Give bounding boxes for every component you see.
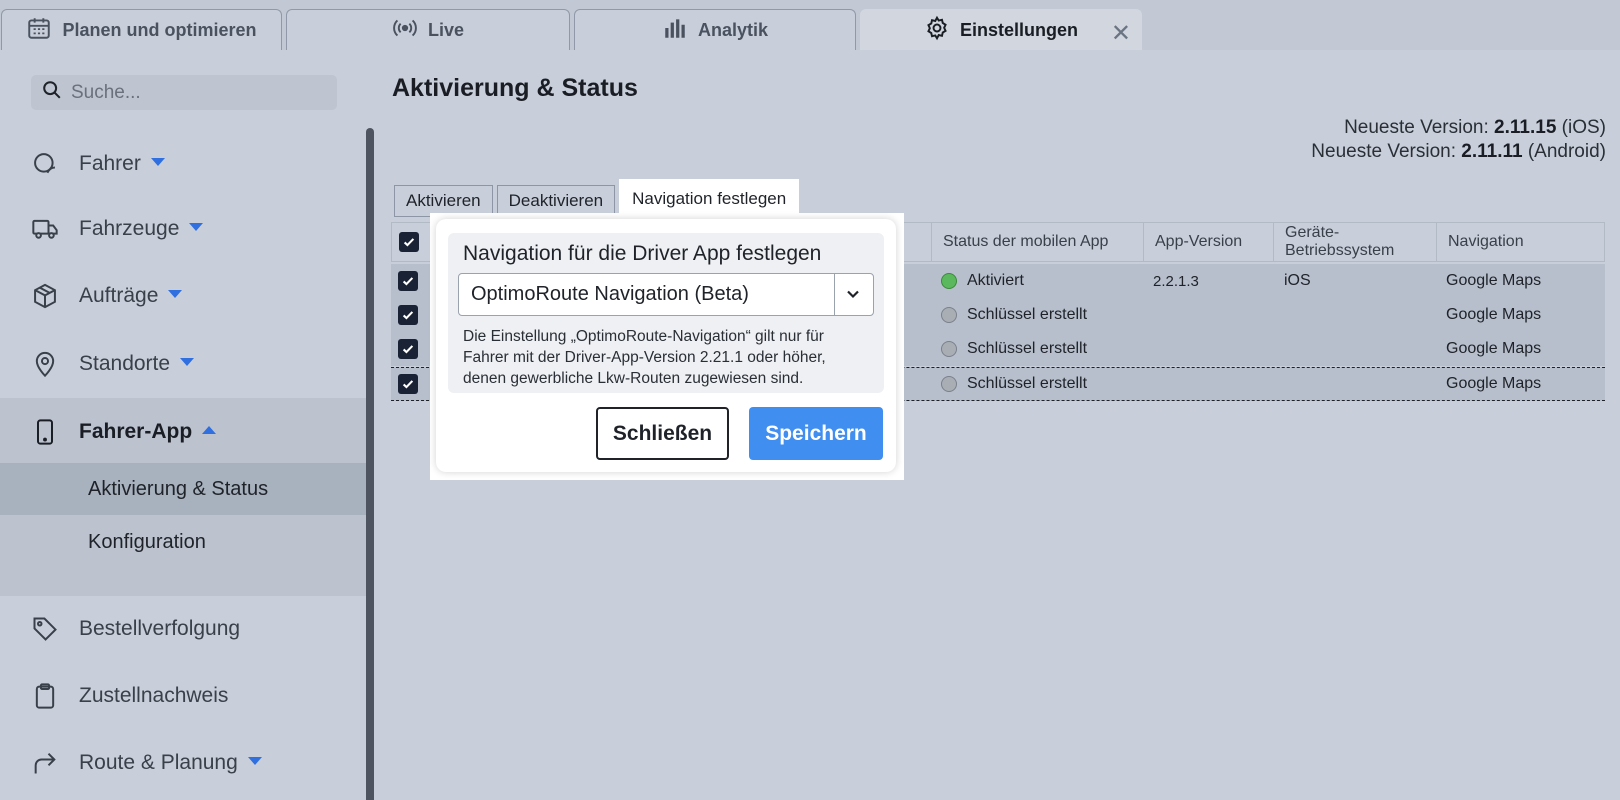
caret-down-icon — [189, 223, 204, 232]
sidebar-item-bestellverfolgung[interactable]: Bestellverfolgung — [0, 612, 366, 646]
caret-down-icon — [247, 757, 262, 766]
status-text: Aktiviert — [967, 272, 1024, 289]
gear-icon — [924, 15, 950, 46]
navigation-select[interactable]: OptimoRoute Navigation (Beta) — [458, 273, 874, 316]
calendar-icon — [26, 15, 52, 46]
column-header-os[interactable]: Geräte-Betriebssystem — [1273, 223, 1436, 261]
sidebar-scrollbar[interactable] — [366, 128, 374, 800]
status-cell: Schlüssel erstellt — [941, 332, 1087, 366]
version-number: 2.11.15 — [1494, 117, 1557, 138]
version-ios: Neueste Version: 2.11.15 (iOS) — [1344, 117, 1606, 139]
tab-label: Analytik — [697, 19, 769, 40]
modal-note: Die Einstellung „OptimoRoute-Navigation“… — [463, 328, 826, 387]
status-dot-green — [941, 273, 957, 289]
close-icon[interactable]: ✕ — [1111, 19, 1131, 48]
search-input[interactable] — [71, 81, 321, 104]
sidebar-item-zustellnachweis[interactable]: Zustellnachweis — [0, 679, 366, 713]
tab-label: Einstellungen — [959, 19, 1078, 40]
box-icon — [30, 281, 60, 311]
top-tab-bar: Planen und optimieren Live Analytik Eins… — [0, 0, 1620, 50]
sidebar-subitem-aktivierung[interactable]: Aktivierung & Status — [0, 463, 366, 515]
truck-icon — [30, 214, 60, 244]
subitem-label: Aktivierung & Status — [88, 477, 269, 500]
route-arrow-icon — [30, 748, 60, 778]
status-cell: Schlüssel erstellt — [941, 368, 1087, 400]
sidebar-item-fahrer-app[interactable]: Fahrer-App — [0, 414, 366, 450]
column-header-status[interactable]: Status der mobilen App — [931, 223, 1143, 261]
page-title: Aktivierung & Status — [392, 74, 638, 102]
broadcast-icon — [392, 15, 418, 46]
sidebar-item-label: Fahrer-App — [79, 420, 193, 443]
navigation-cell: Google Maps — [1446, 272, 1542, 289]
row-checkbox[interactable] — [398, 339, 418, 359]
sidebar-item-route-planung[interactable]: Route & Planung — [0, 746, 366, 780]
caret-down-icon — [168, 290, 183, 299]
tab-planen[interactable]: Planen und optimieren — [1, 9, 282, 50]
tab-label: Live — [427, 19, 465, 40]
row-checkbox[interactable] — [398, 305, 418, 325]
tab-einstellungen[interactable]: Einstellungen ✕ — [860, 9, 1142, 50]
tag-icon — [30, 614, 60, 644]
status-text: Schlüssel erstellt — [967, 306, 1088, 323]
navigation-cell: Google Maps — [1446, 375, 1542, 392]
driver-icon — [30, 149, 60, 179]
status-dot-grey — [941, 307, 957, 323]
status-cell: Schlüssel erstellt — [941, 298, 1087, 332]
sidebar-item-auftraege[interactable]: Aufträge — [0, 279, 366, 313]
close-button[interactable]: Schließen — [596, 407, 729, 460]
search-box[interactable] — [31, 75, 337, 110]
column-header-app-version[interactable]: App-Version — [1143, 223, 1273, 261]
os-cell: iOS — [1284, 272, 1311, 289]
sidebar-item-label: Bestellverfolgung — [79, 617, 241, 640]
location-pin-icon — [30, 349, 60, 379]
sidebar-item-fahrer[interactable]: Fahrer — [0, 147, 366, 181]
sidebar-item-label: Route & Planung — [79, 751, 238, 774]
sidebar-item-label: Fahrer — [79, 152, 141, 175]
clipboard-icon — [30, 681, 60, 711]
bar-chart-icon — [662, 15, 688, 46]
sidebar-item-fahrzeuge[interactable]: Fahrzeuge — [0, 212, 366, 246]
row-checkbox[interactable] — [398, 374, 418, 394]
select-all-checkbox[interactable] — [399, 232, 419, 252]
caret-down-icon — [150, 158, 165, 167]
version-number: 2.11.11 — [1461, 141, 1523, 162]
select-divider — [834, 274, 835, 315]
subitem-label: Konfiguration — [88, 530, 206, 553]
sidebar-item-label: Aufträge — [79, 284, 159, 307]
caret-up-icon — [202, 426, 217, 435]
sidebar-item-label: Zustellnachweis — [79, 684, 229, 707]
column-header-navigation[interactable]: Navigation — [1436, 223, 1604, 261]
status-dot-grey — [941, 376, 957, 392]
chevron-down-icon[interactable] — [843, 284, 863, 304]
version-android: Neueste Version: 2.11.11 (Android) — [1311, 141, 1606, 163]
tab-live[interactable]: Live — [286, 9, 570, 50]
version-platform: (iOS) — [1561, 117, 1606, 138]
status-dot-grey — [941, 341, 957, 357]
navigation-cell: Google Maps — [1446, 306, 1542, 323]
sidebar-item-label: Standorte — [79, 352, 171, 375]
tab-analytik[interactable]: Analytik — [574, 9, 856, 50]
caret-down-icon — [180, 358, 195, 367]
app-version-cell: 2.2.1.3 — [1153, 272, 1199, 290]
select-value: OptimoRoute Navigation (Beta) — [471, 283, 749, 305]
save-button[interactable]: Speichern — [749, 407, 883, 460]
status-cell: Aktiviert — [941, 264, 1024, 298]
version-prefix: Neueste Version: — [1344, 117, 1489, 138]
search-icon — [41, 79, 63, 106]
modal-title: Navigation für die Driver App festlegen — [463, 242, 822, 265]
sidebar-subitem-konfiguration[interactable]: Konfiguration — [0, 516, 366, 568]
status-text: Schlüssel erstellt — [967, 340, 1088, 357]
phone-icon — [30, 417, 60, 447]
version-prefix: Neueste Version: — [1311, 141, 1456, 162]
sidebar-item-standorte[interactable]: Standorte — [0, 347, 366, 381]
sidebar-item-label: Fahrzeuge — [79, 217, 180, 240]
tab-label: Planen und optimieren — [62, 19, 257, 40]
row-checkbox[interactable] — [398, 271, 418, 291]
navigation-cell: Google Maps — [1446, 340, 1542, 357]
status-text: Schlüssel erstellt — [967, 375, 1088, 392]
version-platform: (Android) — [1527, 141, 1606, 162]
